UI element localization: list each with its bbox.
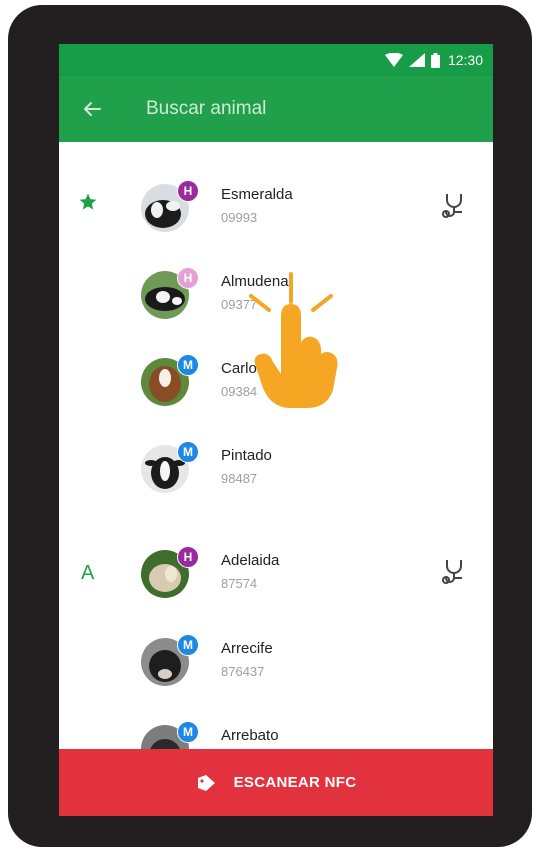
stethoscope-icon[interactable]	[442, 558, 466, 586]
app-bar: Buscar animal	[59, 76, 493, 142]
status-time: 12:30	[447, 52, 483, 68]
page-title: Buscar animal	[146, 98, 267, 119]
nfc-tag-icon	[197, 774, 215, 791]
gender-badge: H	[177, 267, 199, 289]
gender-badge: H	[177, 180, 199, 202]
animal-name: Adelaida	[221, 552, 280, 569]
back-button[interactable]	[77, 95, 107, 123]
animal-name: Arrebato	[221, 727, 279, 744]
gender-badge: M	[177, 354, 199, 376]
list-item[interactable]: M Pintado 98487	[59, 435, 493, 515]
animal-name: Arrecife	[221, 640, 273, 657]
status-bar: 12:30	[59, 44, 493, 76]
animal-name: Pintado	[221, 447, 272, 464]
list-item[interactable]: H Esmeralda 09993	[59, 174, 493, 254]
list-item[interactable]: H Adelaida 87574	[59, 540, 493, 620]
scan-nfc-button[interactable]: ESCANEAR NFC	[59, 749, 493, 816]
tap-hand-icon	[249, 272, 338, 408]
animal-code: 876437	[221, 664, 265, 679]
animal-code: 98487	[221, 471, 258, 486]
wifi-icon	[384, 53, 403, 67]
list-item[interactable]: M Arrecife 876437	[59, 628, 493, 708]
battery-icon	[430, 52, 440, 68]
animal-list[interactable]: A H Esmeralda 09993 H Almudena 09377 M C…	[59, 142, 493, 773]
scan-nfc-label: ESCANEAR NFC	[233, 774, 357, 791]
animal-code: 09993	[221, 210, 258, 225]
arrow-left-icon	[84, 102, 101, 116]
gender-badge: M	[177, 441, 199, 463]
animal-name: Esmeralda	[221, 186, 293, 203]
gender-badge: M	[177, 721, 199, 743]
gender-badge: H	[177, 546, 199, 568]
phone-screen: 12:30 Buscar animal A H Esmeralda 09993	[59, 44, 493, 816]
gender-badge: M	[177, 634, 199, 656]
stethoscope-icon[interactable]	[442, 192, 466, 220]
signal-icon	[408, 53, 425, 67]
animal-code: 87574	[221, 576, 258, 591]
